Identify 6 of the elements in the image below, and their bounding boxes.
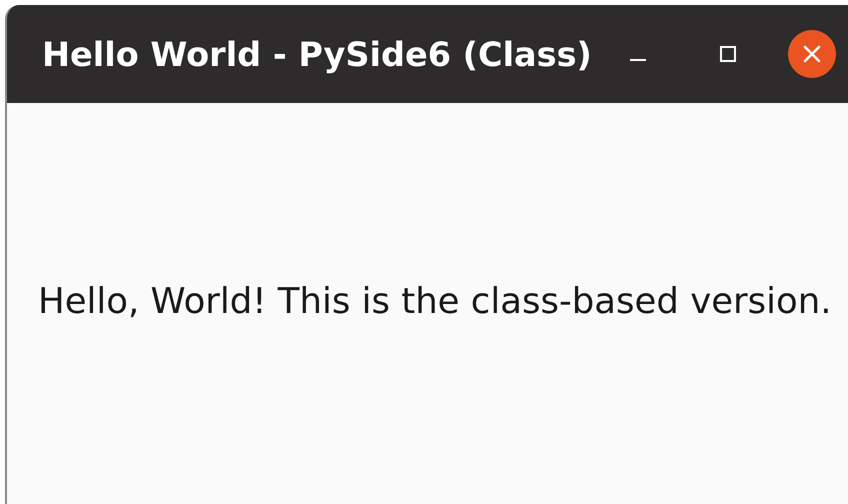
maximize-icon — [718, 44, 738, 64]
close-icon — [801, 43, 823, 65]
window-title: Hello World - PySide6 (Class) — [42, 34, 592, 74]
minimize-icon — [630, 59, 646, 61]
hello-label: Hello, World! This is the class-based version. — [38, 281, 832, 322]
close-button[interactable] — [788, 30, 836, 78]
